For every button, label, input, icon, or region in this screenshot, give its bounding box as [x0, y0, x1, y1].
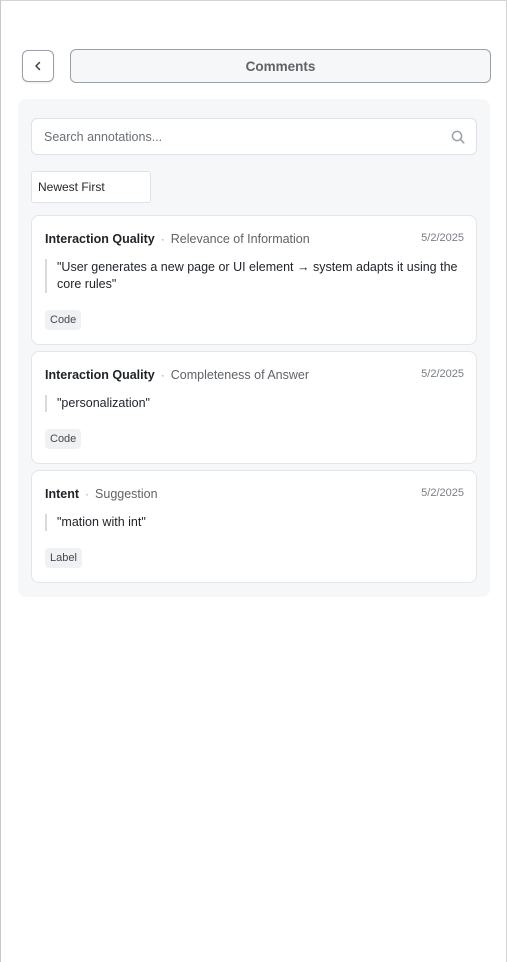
search-icon[interactable]: [451, 130, 465, 144]
annotation-header: Interaction Quality · Completeness of An…: [45, 367, 464, 383]
annotation-quote: "personalization": [45, 395, 464, 412]
annotation-quote: "mation with int": [45, 514, 464, 531]
search-input[interactable]: [32, 119, 432, 154]
annotation-tag: Code: [45, 429, 82, 449]
annotation-header: Intent · Suggestion 5/2/2025: [45, 486, 464, 502]
separator-dot: ·: [160, 368, 165, 382]
annotation-card[interactable]: Interaction Quality · Completeness of An…: [31, 351, 477, 464]
annotation-card[interactable]: Interaction Quality · Relevance of Infor…: [31, 215, 477, 345]
annotation-tag: Code: [45, 310, 82, 330]
annotation-subcategory: Suggestion: [95, 487, 158, 501]
annotation-category: Interaction Quality: [45, 368, 155, 382]
annotation-subcategory: Completeness of Answer: [170, 368, 310, 382]
window-top-border: [0, 0, 507, 1]
annotation-header: Interaction Quality · Relevance of Infor…: [45, 231, 464, 247]
annotation-subcategory: Relevance of Information: [170, 232, 310, 246]
annotation-date: 5/2/2025: [421, 232, 464, 244]
separator-dot: ·: [85, 487, 90, 501]
chevron-left-icon: [35, 61, 41, 71]
annotation-category: Intent: [45, 487, 80, 501]
back-button[interactable]: [22, 50, 54, 82]
annotation-date: 5/2/2025: [421, 487, 464, 499]
comments-panel: Newest First Interaction Quality · Relev…: [18, 99, 490, 597]
annotation-quote: "User generates a new page or UI element…: [45, 259, 464, 293]
window-left-border: [0, 0, 1, 962]
annotation-tag: Label: [45, 548, 82, 568]
annotation-date: 5/2/2025: [421, 368, 464, 380]
page-title: Comments: [70, 49, 491, 83]
annotation-card[interactable]: Intent · Suggestion 5/2/2025 "mation wit…: [31, 470, 477, 583]
separator-dot: ·: [160, 232, 165, 246]
sort-select[interactable]: Newest First: [31, 171, 151, 203]
search-box: [31, 118, 477, 155]
annotation-category: Interaction Quality: [45, 232, 155, 246]
